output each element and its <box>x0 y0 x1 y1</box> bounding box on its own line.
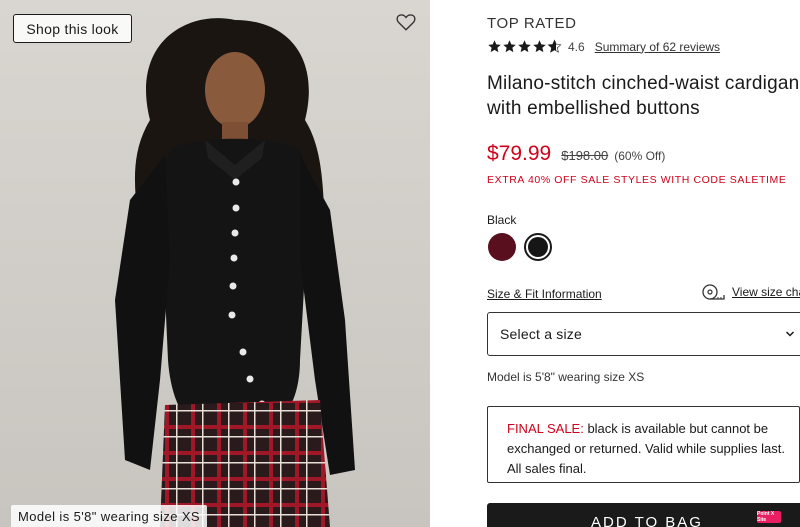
model-photo <box>115 18 355 527</box>
size-select-dropdown[interactable]: Select a size <box>487 312 800 356</box>
star-full-icon <box>533 40 546 53</box>
selected-color-label: Black <box>487 213 517 227</box>
model-size-note: Model is 5'8" wearing size XS <box>487 370 645 384</box>
rating-value: 4.6 <box>568 39 585 54</box>
chevron-down-icon <box>785 331 795 337</box>
image-model-caption: Model is 5'8" wearing size XS <box>11 505 207 527</box>
heart-outline-icon[interactable] <box>395 11 417 33</box>
star-full-icon <box>488 40 501 53</box>
product-title: Milano-stitch cinched-waist cardigan wit… <box>487 73 800 119</box>
star-full-icon <box>518 40 531 53</box>
product-image[interactable]: Shop this look Model is 5'8" wearing siz… <box>0 0 430 527</box>
swatch-burgundy[interactable] <box>488 233 516 261</box>
top-rated-badge: TOP RATED <box>487 15 577 32</box>
size-select-placeholder: Select a size <box>500 326 582 342</box>
size-chart-label: View size cha <box>732 285 800 299</box>
final-sale-label: FINAL SALE: <box>507 421 584 436</box>
star-half-icon <box>547 39 562 53</box>
sale-price: $79.99 <box>487 142 552 165</box>
extension-badge[interactable]: Point X Site <box>757 511 781 523</box>
percent-off: (60% Off) <box>614 149 666 163</box>
original-price: $198.00 <box>561 148 609 163</box>
size-fit-info-link[interactable]: Size & Fit Information <box>487 287 602 301</box>
view-size-chart-link[interactable]: View size cha <box>701 283 800 301</box>
swatch-black[interactable] <box>524 233 552 261</box>
promo-message: EXTRA 40% OFF SALE STYLES WITH CODE SALE… <box>487 174 787 186</box>
color-swatches <box>487 233 552 261</box>
measuring-tape-icon <box>702 284 725 300</box>
product-details: TOP RATED 4.6 Summary of 62 reviews Mila… <box>487 0 800 527</box>
add-to-bag-button[interactable]: ADD TO BAG <box>487 503 800 527</box>
reviews-summary-link[interactable]: Summary of 62 reviews <box>595 40 720 54</box>
rating-row: 4.6 Summary of 62 reviews <box>487 39 720 54</box>
star-full-icon <box>503 40 516 53</box>
final-sale-notice: FINAL SALE: black is available but canno… <box>487 406 800 483</box>
rating-stars <box>487 39 562 54</box>
price-row: $79.99 $198.00 (60% Off) <box>487 142 665 166</box>
shop-this-look-button[interactable]: Shop this look <box>13 14 132 43</box>
